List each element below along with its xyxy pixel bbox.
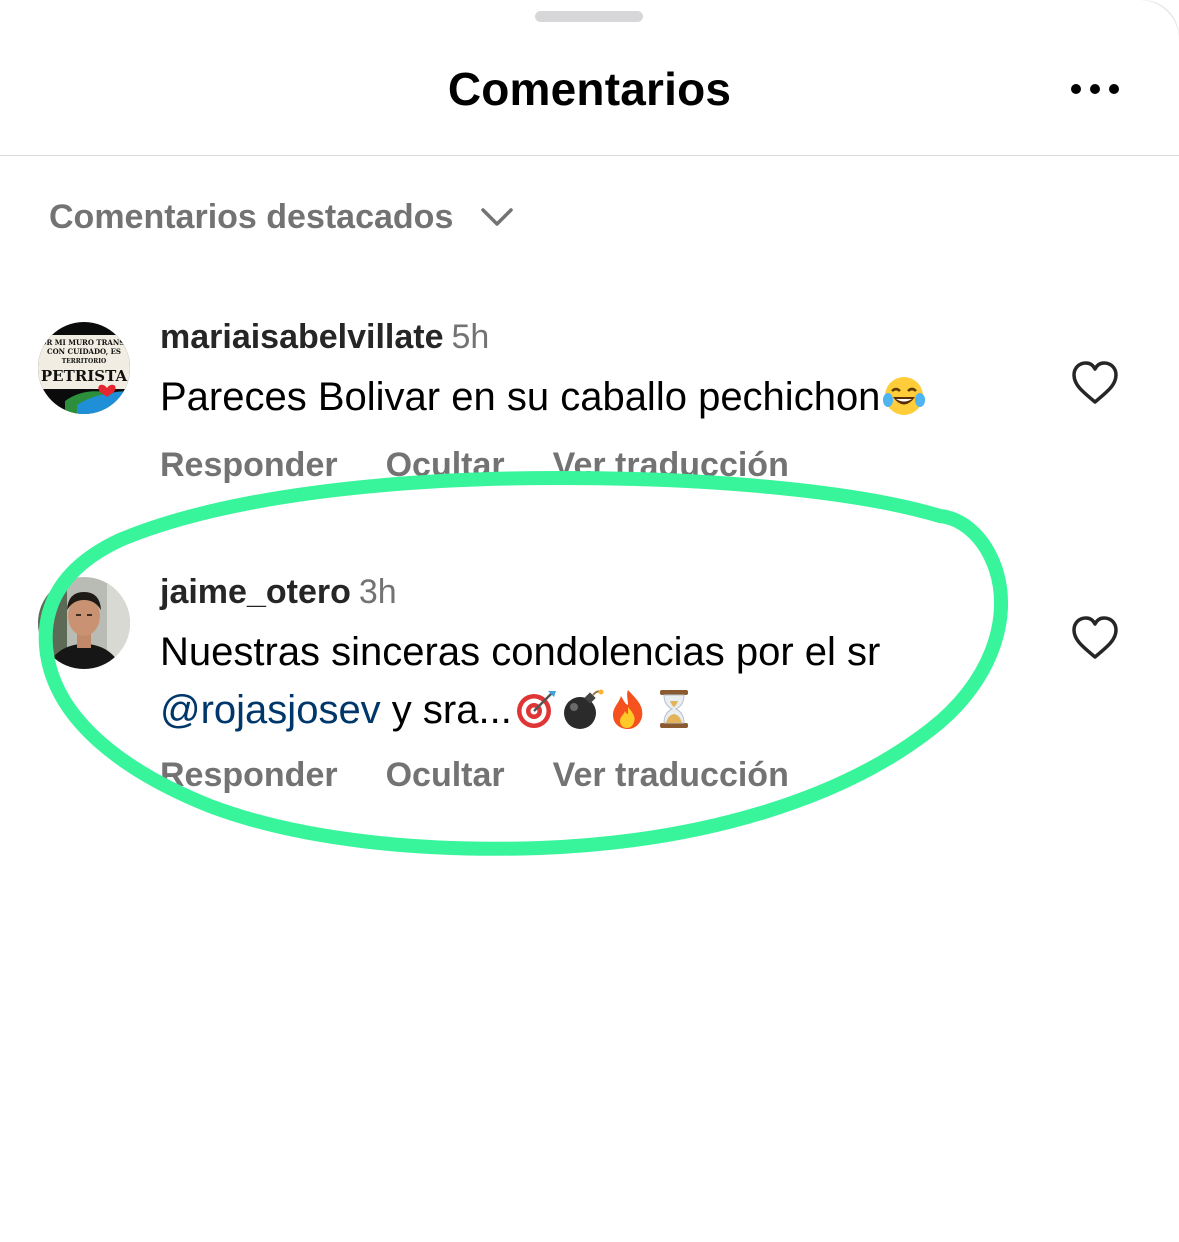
comment-text: Nuestras sinceras condolencias por el sr [160, 623, 880, 681]
hide-button[interactable]: Ocultar [386, 756, 505, 794]
sheet-title: Comentarios [447, 63, 732, 115]
hide-button[interactable]: Ocultar [386, 446, 505, 484]
comment-text-content: Nuestras sinceras condolencias por el sr [160, 630, 881, 674]
highlight-annotation [38, 471, 1009, 856]
comment-time: 3h [358, 573, 397, 611]
username[interactable]: mariaisabelvillate [160, 318, 444, 356]
comment-actions: Responder Ocultar Ver traducción [160, 756, 837, 795]
comment-header: jaime_otero 3h [160, 573, 397, 612]
username[interactable]: jaime_otero [160, 573, 351, 611]
avatar[interactable] [37, 576, 131, 670]
avatar-text-line: PETRISTA [41, 367, 128, 385]
heart-outline-icon [1072, 361, 1118, 404]
heart-outline-icon [1072, 616, 1118, 659]
fire-emoji-icon [606, 687, 650, 731]
comment-text-line2: @rojasjosev y sra... [160, 681, 696, 739]
comment-text-content: y sra... [380, 688, 512, 732]
mention-link[interactable]: @rojasjosev [160, 688, 381, 732]
more-horizontal-icon [1071, 84, 1119, 94]
comment-actions: Responder Ocultar Ver traducción [160, 446, 837, 485]
comment-header: mariaisabelvillate 5h [160, 318, 489, 357]
avatar-text-line: CON CUIDADO, ES [47, 347, 121, 356]
avatar-text-line: TERRITORIO [62, 358, 107, 365]
comment-sort-dropdown[interactable]: Comentarios destacados [49, 192, 515, 242]
hourglass-emoji-icon [652, 687, 696, 731]
comment-text: Pareces Bolivar en su caballo pechichon [160, 368, 926, 426]
reply-button[interactable]: Responder [160, 756, 338, 794]
avatar-text-line: OR MI MURO TRANSI [40, 338, 127, 347]
avatar[interactable]: OR MI MURO TRANSI CON CUIDADO, ES TERRIT… [37, 321, 131, 415]
comment-time: 5h [451, 318, 490, 356]
translate-button[interactable]: Ver traducción [553, 756, 789, 794]
like-button[interactable] [1070, 615, 1120, 661]
more-options-button[interactable] [1060, 72, 1130, 106]
bomb-emoji-icon [560, 687, 604, 731]
sheet-header: Comentarios [0, 0, 1179, 156]
comments-sheet: Comentarios Comentarios destacados OR MI… [0, 0, 1179, 1242]
comment-text-content: Pareces Bolivar en su caballo pechichon [160, 375, 881, 419]
target-emoji-icon [514, 687, 558, 731]
translate-button[interactable]: Ver traducción [553, 446, 789, 484]
laughing-tears-emoji-icon [882, 374, 926, 418]
reply-button[interactable]: Responder [160, 446, 338, 484]
like-button[interactable] [1070, 360, 1120, 406]
chevron-down-icon [481, 208, 514, 226]
comment-sort-label: Comentarios destacados [49, 197, 454, 236]
